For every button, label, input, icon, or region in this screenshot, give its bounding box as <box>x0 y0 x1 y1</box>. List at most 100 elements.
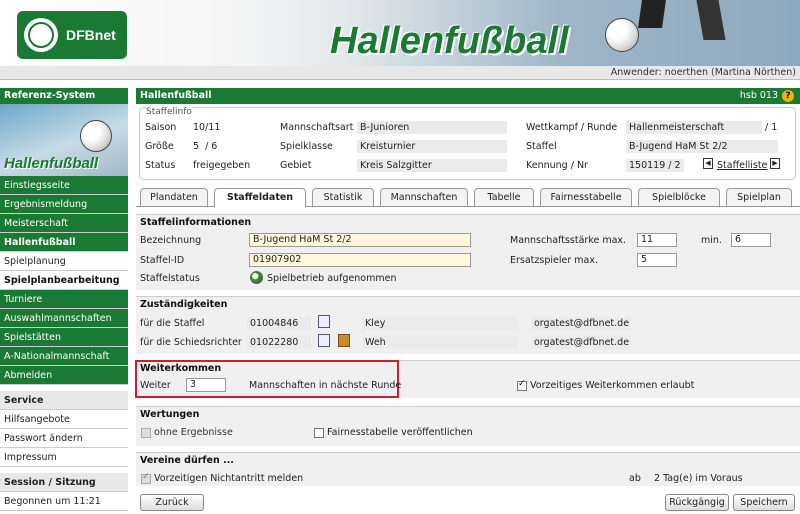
min-label: min. <box>701 235 722 246</box>
wertungen-section: Wertungen <box>136 406 800 446</box>
ohne-ergebnisse-option: ohne Ergebnisse <box>141 427 233 438</box>
dfbnet-logo[interactable]: DFBnet <box>17 11 127 59</box>
kennung-label: Kennung / Nr <box>526 160 588 171</box>
sidebar-item-spielplanbearbeitung[interactable]: Spielplanbearbeitung <box>0 271 128 290</box>
dfb-seal-icon <box>24 18 58 52</box>
rueckgaengig-button[interactable]: Rückgängig <box>665 494 729 511</box>
sidebar-item-impressum[interactable]: Impressum <box>0 448 128 467</box>
ohne-ergebnisse-label: ohne Ergebnisse <box>154 427 233 438</box>
banner-title: Hallenfußball <box>330 20 569 62</box>
staffelliste-link[interactable]: Staffelliste <box>717 160 767 171</box>
fairness-option[interactable]: Fairnesstabelle veröffentlichen <box>314 427 473 438</box>
groesse-label: Größe <box>145 141 174 152</box>
mannschaftsstaerke-min-input[interactable]: 6 <box>731 233 771 247</box>
zust-schiri-name: Weh <box>362 336 517 349</box>
sidebar-item-hilfsangebote[interactable]: Hilfsangebote <box>0 410 128 429</box>
fairness-label: Fairnesstabelle veröffentlichen <box>327 427 473 438</box>
tab-fairnesstabelle[interactable]: Fairnesstabelle <box>540 188 632 207</box>
sidebar-item-abmelden[interactable]: Abmelden <box>0 366 128 385</box>
spielklasse-label: Spielklasse <box>280 141 333 152</box>
tab-mannschaften[interactable]: Mannschaften <box>380 188 468 207</box>
staffelstatus-label: Staffelstatus <box>140 273 200 284</box>
page-code: hsb 013 <box>739 90 778 101</box>
weiter-input[interactable]: 3 <box>186 378 226 392</box>
saison-value: 10/11 <box>193 122 221 133</box>
nichtantritt-option: Vorzeitigen Nichtantritt melden <box>141 472 304 484</box>
zust-schiri-label: für die Schiedsrichter <box>140 337 242 348</box>
sidebar-item-spielplanung[interactable]: Spielplanung <box>0 252 128 271</box>
speichern-button[interactable]: Speichern <box>733 494 795 511</box>
session-start-text: Begonnen um 11:21 <box>0 492 128 511</box>
ab-value: 2 Tag(e) im Voraus <box>654 473 743 484</box>
staffelinformationen-title: Staffelinformationen <box>140 217 252 228</box>
staffelid-input[interactable]: 01907902 <box>249 253 471 267</box>
football-icon <box>605 18 639 52</box>
weiter-label: Weiter <box>140 380 171 391</box>
tab-statistik[interactable]: Statistik <box>312 188 374 207</box>
nichtantritt-label: Vorzeitigen Nichtantritt melden <box>154 473 304 484</box>
gebiet-value: Kreis Salzgitter <box>357 159 507 172</box>
kennung-value: 150119 / 2 <box>626 159 684 172</box>
staffelinformationen-section: Staffelinformationen <box>136 214 800 290</box>
zust-schiri-nr: 01022280 <box>247 336 311 349</box>
prev-staffel-icon[interactable]: ◀ <box>703 158 713 169</box>
sidebar-item-ergebnismeldung[interactable]: Ergebnismeldung <box>0 195 128 214</box>
sidebar-image-title: Hallenfußball <box>4 155 99 172</box>
sidebar-item-spielstaetten[interactable]: Spielstätten <box>0 328 128 347</box>
player-leg-image <box>638 0 666 28</box>
staffelstatus-value: Spielbetrieb aufgenommen <box>267 273 397 284</box>
sidebar-item-auswahlmannschaften[interactable]: Auswahlmannschaften <box>0 309 128 328</box>
next-staffel-icon[interactable]: ▶ <box>770 158 780 169</box>
help-icon[interactable]: ? <box>782 90 794 102</box>
zust-staffel-email: orgatest@dfbnet.de <box>531 317 631 330</box>
tab-spielbloecke[interactable]: Spielblöcke <box>638 188 720 207</box>
ohne-ergebnisse-checkbox <box>141 427 151 438</box>
ersatzspieler-input[interactable]: 5 <box>637 253 677 267</box>
sidebar-item-hallenfussball[interactable]: Hallenfußball <box>0 233 128 252</box>
status-ball-icon <box>250 271 263 284</box>
tab-plandaten[interactable]: Plandaten <box>140 188 208 207</box>
search-person-icon[interactable] <box>318 315 330 328</box>
sidebar-item-a-nationalmannschaft[interactable]: A-Nationalmannschaft <box>0 347 128 366</box>
player-leg-image <box>696 0 726 40</box>
staffel-value: B-Jugend HaM St 2/2 <box>626 140 778 153</box>
sidebar-session-title: Session / Sitzung <box>0 473 128 492</box>
zust-staffel-label: für die Staffel <box>140 318 205 329</box>
tab-staffeldaten[interactable]: Staffeldaten <box>214 188 306 208</box>
sidebar-item-turniere[interactable]: Turniere <box>0 290 128 309</box>
wettkampf-label: Wettkampf / Runde <box>526 122 618 133</box>
search-person-icon[interactable] <box>318 334 330 347</box>
staffel-label: Staffel <box>526 141 557 152</box>
header-banner: DFBnet Hallenfußball <box>0 0 800 66</box>
mannschaftsart-label: Mannschaftsart <box>280 122 354 133</box>
gebiet-label: Gebiet <box>280 160 312 171</box>
bezeichnung-input[interactable]: B-Jugend HaM St 2/2 <box>249 233 471 247</box>
vereine-title: Vereine dürfen ... <box>140 455 234 466</box>
sidebar-item-einstiegsseite[interactable]: Einstiegsseite <box>0 176 128 195</box>
logo-text: DFBnet <box>66 27 116 43</box>
trash-icon[interactable] <box>338 334 350 347</box>
zustaendigkeiten-title: Zuständigkeiten <box>140 299 228 310</box>
sidebar-service-title: Service <box>0 391 128 410</box>
page-title-bar: Hallenfußball hsb 013? <box>136 88 800 104</box>
tab-tabelle[interactable]: Tabelle <box>474 188 534 207</box>
runde-value: / 1 <box>765 122 778 133</box>
zurueck-button[interactable]: Zurück <box>140 494 204 511</box>
sidebar-item-meisterschaft[interactable]: Meisterschaft <box>0 214 128 233</box>
tab-spielplan[interactable]: Spielplan <box>726 188 792 207</box>
vorzeitig-weiterkommen[interactable]: Vorzeitiges Weiterkommen erlaubt <box>517 379 694 391</box>
ersatzspieler-label: Ersatzspieler max. <box>510 255 598 266</box>
mannschaftsart-value: B-Junioren <box>357 121 507 134</box>
fairness-checkbox[interactable] <box>314 427 324 438</box>
weiter-text: Mannschaften in nächste Runde <box>249 380 402 391</box>
mannschaftsstaerke-max-input[interactable]: 11 <box>637 233 677 247</box>
staffelid-label: Staffel-ID <box>140 255 185 266</box>
sidebar-system-title: Referenz-System <box>0 88 128 104</box>
vorzeitig-checkbox[interactable] <box>517 379 527 391</box>
bezeichnung-label: Bezeichnung <box>140 235 202 246</box>
sidebar-item-passwort[interactable]: Passwort ändern <box>0 429 128 448</box>
sidebar: Referenz-System Hallenfußball Einstiegss… <box>0 88 128 511</box>
football-icon <box>80 120 112 152</box>
page-title: Hallenfußball <box>140 90 212 101</box>
status-value: freigegeben <box>193 160 251 171</box>
